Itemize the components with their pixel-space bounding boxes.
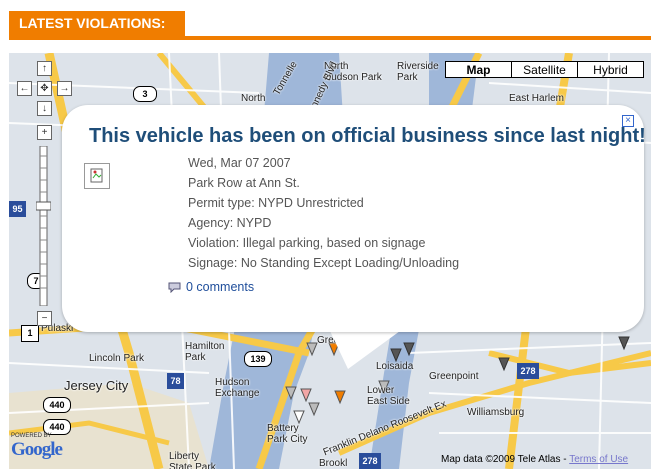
pan-left-button[interactable]: ←	[17, 81, 32, 96]
label-battery-park-city: Battery Park City	[267, 423, 308, 445]
section-header: LATEST VIOLATIONS:	[9, 11, 651, 41]
infowindow-title: This vehicle has been on official busine…	[89, 125, 646, 147]
zoom-in-button[interactable]: +	[37, 125, 52, 140]
infowindow-tail	[330, 331, 400, 369]
comments-link[interactable]: 0 comments	[168, 280, 254, 294]
google-logo[interactable]: POWERED BY Google	[11, 433, 63, 461]
route-shield-1: 1	[21, 325, 39, 342]
pan-down-button[interactable]: ↓	[37, 101, 52, 116]
vehicle-photo-thumbnail[interactable]	[84, 163, 110, 189]
label-hudson-exchange: Hudson Exchange	[215, 377, 260, 399]
label-north: North	[241, 93, 266, 104]
label-brookl: Brookl	[319, 458, 348, 469]
route-shield-278a: 278	[517, 363, 539, 379]
permit-type: Permit type: NYPD Unrestricted	[188, 196, 364, 210]
label-riverside-park: Riverside Park	[397, 61, 439, 83]
close-icon[interactable]: ×	[622, 115, 634, 127]
header-underline	[9, 36, 651, 40]
label-lower-east-side: Lower East Side	[367, 385, 410, 407]
route-shield-78: 78	[167, 373, 184, 389]
route-shield-440a: 440	[43, 397, 71, 413]
terms-of-use-link[interactable]: Terms of Use	[569, 454, 628, 465]
zoom-slider-track[interactable]	[35, 145, 52, 307]
attribution-text: Map data ©2009 Tele Atlas -	[441, 454, 570, 465]
map-attribution: Map data ©2009 Tele Atlas - Terms of Use	[441, 454, 628, 465]
section-title: LATEST VIOLATIONS:	[9, 11, 185, 36]
zoom-out-button[interactable]: −	[37, 311, 52, 326]
label-hamilton-park: Hamilton Park	[185, 341, 225, 363]
violation-date: Wed, Mar 07 2007	[188, 156, 291, 170]
route-shield-139: 139	[244, 351, 272, 367]
infowindow: This vehicle has been on official busine…	[62, 105, 646, 332]
zoom-slider-handle	[35, 201, 52, 211]
label-greenpoint: Greenpoint	[429, 371, 479, 382]
pan-right-button[interactable]: →	[57, 81, 72, 96]
route-shield-278b: 278	[359, 453, 381, 469]
pan-center-button[interactable]: ✥	[37, 81, 52, 96]
maptype-map-button[interactable]: Map	[445, 61, 512, 78]
broken-image-icon	[90, 168, 103, 183]
signage: Signage: No Standing Except Loading/Unlo…	[188, 256, 460, 270]
label-williamsburg: Williamsburg	[467, 407, 525, 418]
route-shield-95: 95	[9, 201, 26, 217]
label-east-harlem: East Harlem	[509, 93, 565, 104]
agency: Agency: NYPD	[188, 216, 272, 230]
label-liberty-state-park: Liberty State Park	[169, 451, 216, 469]
maptype-hybrid-button[interactable]: Hybrid	[577, 61, 644, 78]
google-wordmark: Google	[11, 439, 63, 460]
violation-location: Park Row at Ann St.	[188, 176, 300, 190]
maptype-satellite-button[interactable]: Satellite	[511, 61, 578, 78]
pan-up-button[interactable]: ↑	[37, 61, 52, 76]
label-lincoln-park: Lincoln Park	[89, 353, 145, 364]
comment-icon	[168, 282, 181, 294]
comments-count[interactable]: 0 comments	[186, 280, 254, 294]
route-shield-3: 3	[133, 86, 157, 102]
violation-type: Violation: Illegal parking, based on sig…	[188, 236, 426, 250]
label-jersey-city: Jersey City	[64, 378, 129, 393]
